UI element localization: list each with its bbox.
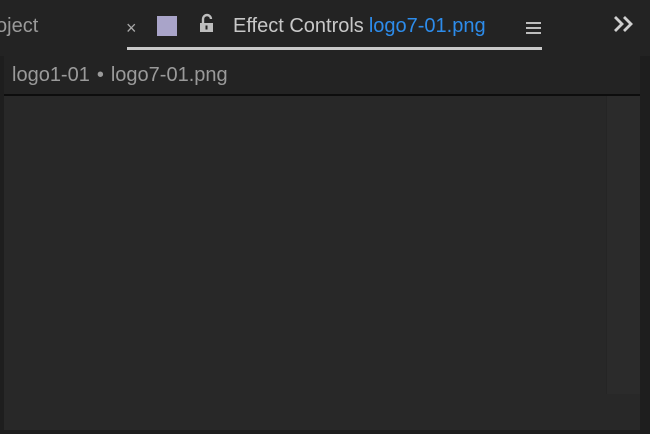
- effect-controls-window: oject × Effect Controls logo7-01.png logo…: [0, 0, 650, 434]
- tab-effect-controls-label: Effect Controls: [233, 15, 364, 37]
- panel-right-border: [640, 56, 650, 434]
- tab-effect-controls[interactable]: Effect Controls logo7-01.png: [233, 15, 486, 38]
- label-color-swatch[interactable]: [157, 16, 177, 36]
- breadcrumb-separator: •: [96, 64, 104, 86]
- effect-controls-footer: [4, 394, 640, 430]
- breadcrumb: logo1-01 • logo7-01.png: [12, 64, 228, 87]
- close-tab-button[interactable]: ×: [126, 18, 137, 38]
- tab-effect-controls-clip: logo7-01.png: [368, 15, 486, 37]
- active-tab-indicator: [127, 47, 542, 50]
- effect-timeline-strip[interactable]: [606, 96, 641, 394]
- double-chevron-right-icon[interactable]: [612, 12, 636, 36]
- breadcrumb-clip[interactable]: logo7-01.png: [111, 64, 228, 86]
- panel-bottom-border: [0, 430, 650, 434]
- panel-tab-bar: oject × Effect Controls logo7-01.png: [0, 0, 650, 56]
- tab-project[interactable]: oject: [0, 15, 38, 38]
- hamburger-menu-icon[interactable]: [526, 22, 541, 35]
- lock-open-icon[interactable]: [198, 13, 218, 35]
- breadcrumb-sequence[interactable]: logo1-01: [12, 64, 90, 86]
- effect-controls-content[interactable]: [4, 96, 640, 396]
